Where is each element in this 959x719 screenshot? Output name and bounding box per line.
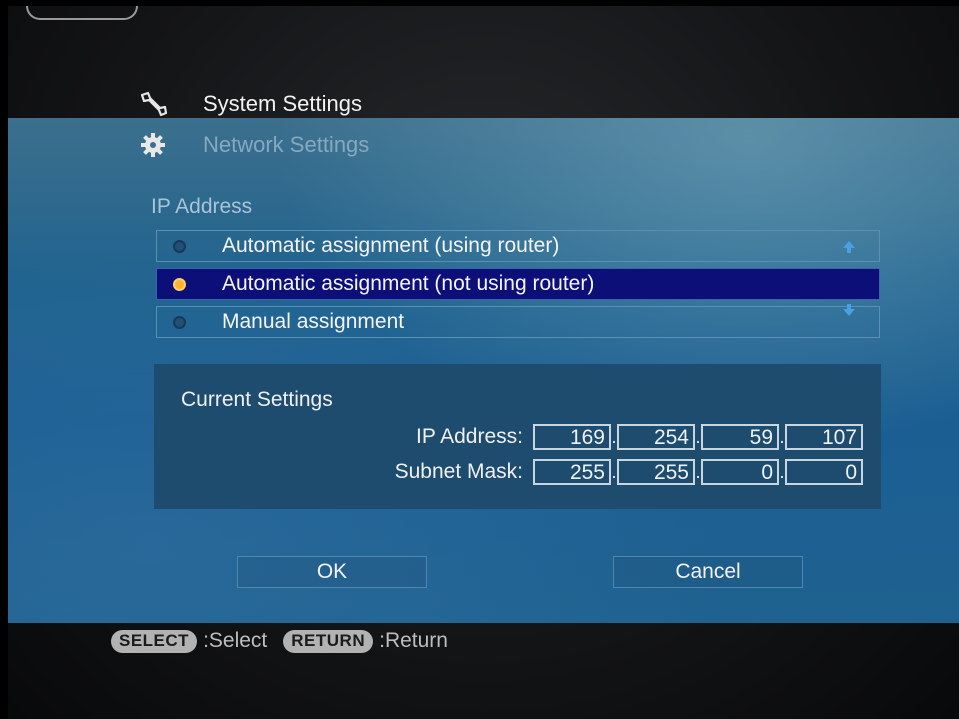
option-manual[interactable]: Manual assignment [156,306,880,338]
subnet-octet-2: 255 [617,459,695,485]
select-hint: :Select [203,629,268,652]
ok-button[interactable]: OK [237,556,427,588]
ip-address-row: IP Address: 169 . 254 . 59 . 107 [416,422,863,452]
select-key-badge: SELECT [111,629,198,653]
ip-octet-1: 169 [533,424,611,450]
scroll-up-arrow-icon[interactable] [842,240,856,259]
return-hint: :Return [379,629,448,652]
current-settings-box: Current Settings IP Address: 169 . 254 .… [154,364,881,509]
wrench-icon [133,91,173,117]
ip-address-section-label: IP Address [151,195,253,218]
screen: System Settings Network Settings IP Addr… [8,6,959,719]
ip-octet-3: 59 [701,424,779,450]
option-label: Automatic assignment (not using router) [222,272,595,295]
footer-hints: SELECT :Select RETURN :Return [111,626,464,656]
network-settings-panel: Network Settings IP Address Automatic as… [8,118,959,623]
subnet-mask-label: Subnet Mask: [394,460,523,483]
network-settings-header: Network Settings [133,127,959,163]
scroll-down-arrow-icon[interactable] [842,303,856,322]
option-label: Automatic assignment (using router) [222,234,560,257]
ip-octet-2: 254 [617,424,695,450]
system-settings-title: System Settings [203,91,362,116]
option-auto-using-router[interactable]: Automatic assignment (using router) [156,230,880,262]
network-settings-title: Network Settings [203,132,370,157]
option-label: Manual assignment [222,310,405,333]
screen-corner-decoration [26,6,138,20]
radio-selected-icon [173,277,186,291]
subnet-octet-1: 255 [533,459,611,485]
subnet-octet-3: 0 [701,459,779,485]
option-auto-not-using-router[interactable]: Automatic assignment (not using router) [156,268,880,300]
subnet-octet-4: 0 [785,459,863,485]
ip-octet-4: 107 [785,424,863,450]
ip-address-label: IP Address: [415,425,523,448]
subnet-mask-row: Subnet Mask: 255 . 255 . 0 . 0 [395,457,863,487]
current-settings-title: Current Settings [181,388,333,411]
gear-icon [133,132,173,158]
radio-icon [173,315,186,329]
radio-icon [173,239,186,253]
return-key-badge: RETURN [283,629,374,653]
system-settings-header: System Settings [133,86,362,122]
cancel-button[interactable]: Cancel [613,556,803,588]
